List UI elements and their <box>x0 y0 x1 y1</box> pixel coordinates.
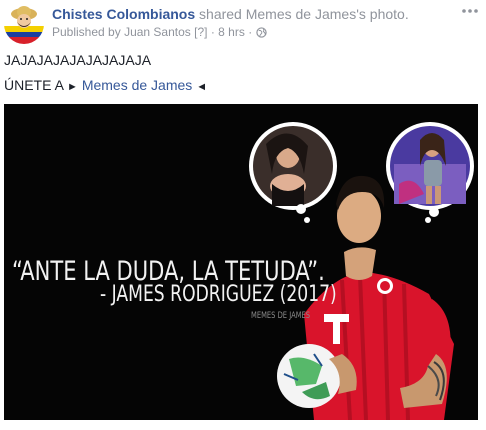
post-text-line-1: JAJAJAJAJAJAJAJAJA <box>4 52 152 68</box>
meta-separator: · <box>210 25 215 39</box>
photo-attribution: - JAMES RODRIGUEZ (2017) <box>100 282 337 307</box>
thought-bubble-2-image <box>386 122 474 223</box>
join-label: ÚNETE A <box>4 77 64 93</box>
page-name-link[interactable]: Chistes Colombianos <box>52 6 195 22</box>
more-options-icon[interactable] <box>460 4 480 16</box>
post-header: Chistes Colombianos shared Memes de Jame… <box>52 6 409 22</box>
photo-watermark: MEMES DE JAMES <box>251 311 311 321</box>
thought-bubble-1-image <box>249 122 337 223</box>
shared-suffix: 's photo. <box>356 6 409 22</box>
post-photo[interactable]: “ANTE LA DUDA, LA TETUDA”. - JAMES RODRI… <box>4 104 478 420</box>
published-label: Published by <box>52 25 121 39</box>
post-timestamp[interactable]: 8 hrs <box>218 25 245 39</box>
globe-icon[interactable] <box>255 27 267 41</box>
post-text-line-2: ÚNETE A ► Memes de James ◄ <box>4 77 207 93</box>
shared-source-link[interactable]: Memes de James <box>246 6 356 22</box>
page-avatar[interactable] <box>4 4 44 44</box>
arrow-right-icon: ► <box>67 81 78 93</box>
shared-label: shared <box>199 6 242 22</box>
arrow-left-icon: ◄ <box>196 81 208 93</box>
post-meta: Published by Juan Santos [?] · 8 hrs · <box>52 25 267 41</box>
facebook-post: Chistes Colombianos shared Memes de Jame… <box>0 0 486 430</box>
meta-separator: · <box>248 25 253 39</box>
memes-de-james-link[interactable]: Memes de James <box>82 77 192 93</box>
author-marker[interactable]: [?] <box>194 25 207 39</box>
author-link[interactable]: Juan Santos <box>124 25 191 39</box>
